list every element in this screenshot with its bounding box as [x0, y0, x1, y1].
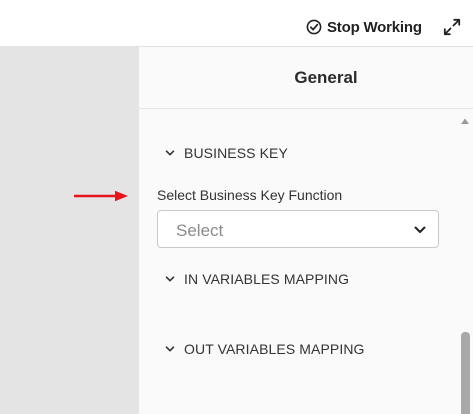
- select-value: Select: [176, 221, 224, 240]
- section-out-variables-mapping[interactable]: OUT VARIABLES MAPPING: [164, 341, 365, 357]
- chevron-down-icon: [164, 273, 176, 285]
- stop-working-button[interactable]: Stop Working: [306, 16, 422, 38]
- properties-panel: General BUSINESS KEY Select Business Key…: [139, 47, 473, 414]
- business-key-function-select[interactable]: Select: [157, 210, 439, 248]
- app-window: Stop Working General BUSINESS KEY Select…: [0, 0, 473, 414]
- section-label: BUSINESS KEY: [184, 145, 288, 161]
- scroll-up-arrow[interactable]: [460, 117, 470, 125]
- stop-working-label: Stop Working: [327, 18, 422, 36]
- chevron-down-icon: [164, 147, 176, 159]
- business-key-function-label: Select Business Key Function: [157, 187, 343, 203]
- section-in-variables-mapping[interactable]: IN VARIABLES MAPPING: [164, 271, 349, 287]
- check-circle-icon: [306, 19, 322, 35]
- expand-icon: [442, 17, 462, 37]
- section-label: OUT VARIABLES MAPPING: [184, 341, 365, 357]
- section-business-key[interactable]: BUSINESS KEY: [164, 145, 288, 161]
- top-toolbar: Stop Working: [0, 0, 473, 47]
- annotation-arrow: [74, 189, 130, 203]
- chevron-down-icon: [164, 343, 176, 355]
- chevron-down-icon: [413, 224, 427, 236]
- expand-button[interactable]: [442, 17, 462, 37]
- panel-title: General: [294, 67, 358, 87]
- scrollbar-thumb[interactable]: [461, 332, 470, 414]
- panel-header: General: [139, 47, 473, 109]
- section-label: IN VARIABLES MAPPING: [184, 271, 350, 287]
- canvas-area: [0, 47, 139, 414]
